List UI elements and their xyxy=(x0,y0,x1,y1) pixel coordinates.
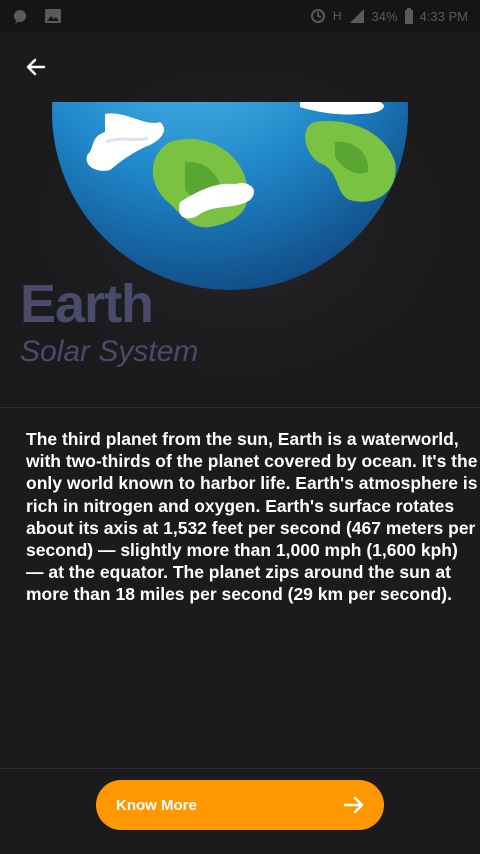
battery-icon xyxy=(404,8,413,24)
back-button[interactable] xyxy=(18,52,54,82)
status-bar: H 34% 4:33 PM xyxy=(0,0,480,32)
planet-subtitle: Solar System xyxy=(20,335,199,368)
signal-icon xyxy=(349,9,364,23)
clock: 4:33 PM xyxy=(419,8,468,24)
planet-description: The third planet from the sun, Earth is … xyxy=(26,429,478,605)
arrow-left-icon xyxy=(26,58,46,76)
image-notification-icon xyxy=(45,9,61,23)
know-more-button[interactable]: Know More xyxy=(96,780,384,830)
earth-illustration xyxy=(50,102,410,292)
planet-header: Earth Solar System xyxy=(0,32,480,408)
footer-divider xyxy=(0,768,480,769)
chat-notification-icon xyxy=(14,10,26,24)
battery-percent: 34% xyxy=(371,8,398,24)
network-type: H xyxy=(332,9,342,23)
planet-title: Earth xyxy=(20,274,154,334)
sync-icon xyxy=(310,9,325,23)
earth-globe-image xyxy=(52,102,408,292)
arrow-right-icon xyxy=(343,796,364,814)
know-more-label: Know More xyxy=(116,796,197,814)
